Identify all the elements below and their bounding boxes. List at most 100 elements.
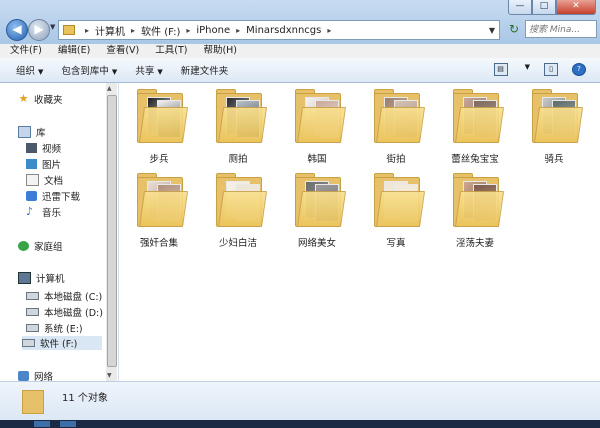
chevron-down-icon: ▼ — [157, 68, 163, 76]
drive-icon — [26, 292, 39, 300]
folder-item[interactable]: 写真 — [360, 169, 432, 255]
menu-edit[interactable]: 编辑(E) — [58, 44, 90, 58]
menu-view[interactable]: 查看(V) — [106, 44, 139, 58]
chevron-down-icon[interactable]: ▼ — [525, 63, 530, 76]
taskbar — [0, 420, 600, 428]
forward-button[interactable]: ▶ — [28, 19, 50, 41]
nav-thunder-downloads[interactable]: 迅雷下载 — [26, 189, 80, 203]
window-controls: — □ ✕ — [508, 0, 596, 15]
nav-documents[interactable]: 文档 — [26, 173, 63, 187]
folder-item[interactable]: 强奸合集 — [123, 169, 195, 255]
maximize-button[interactable]: □ — [532, 0, 556, 15]
nav-scrollbar[interactable]: ▲ ▼ — [106, 83, 117, 381]
scroll-down-icon[interactable]: ▼ — [107, 372, 112, 379]
include-in-library-button[interactable]: 包含到库中 ▼ — [61, 63, 117, 77]
change-view-icon[interactable]: ▤ — [493, 63, 508, 76]
close-button[interactable]: ✕ — [556, 0, 596, 15]
preview-pane-icon[interactable]: ▯ — [544, 63, 558, 76]
folder-name: 厕拍 — [228, 154, 248, 165]
address-bar[interactable]: ▸ 计算机 ▸ 软件 (F:) ▸ iPhone ▸ Minarsdxnncgs… — [58, 20, 500, 40]
folder-front — [218, 107, 268, 143]
nav-drive-f[interactable]: 软件 (F:) — [22, 336, 102, 350]
refresh-button[interactable]: ↻ — [507, 21, 521, 37]
nav-homegroup[interactable]: 家庭组 — [18, 239, 63, 253]
command-bar: 组织 ▼ 包含到库中 ▼ 共享 ▼ 新建文件夹 ▤ ▼ ▯ ? — [0, 58, 600, 83]
taskbar-button[interactable] — [60, 421, 76, 427]
download-icon — [26, 191, 37, 201]
chevron-right-icon[interactable]: ▸ — [186, 26, 190, 35]
folder-name: 韩国 — [307, 154, 327, 165]
nav-videos[interactable]: 视频 — [26, 141, 61, 155]
help-icon[interactable]: ? — [572, 63, 586, 76]
library-icon — [18, 126, 31, 138]
folder-item[interactable]: 厕拍 — [202, 85, 274, 171]
folder-front — [297, 191, 347, 227]
folder-item[interactable]: 骑兵 — [518, 85, 590, 171]
folder-name: 网络美女 — [297, 238, 336, 249]
folder-item[interactable]: 韩国 — [281, 85, 353, 171]
folder-name: 蕾丝兔宝宝 — [451, 154, 499, 165]
folder-item[interactable]: 步兵 — [123, 85, 195, 171]
nav-pictures[interactable]: 图片 — [26, 157, 61, 171]
nav-computer[interactable]: 计算机 — [18, 271, 65, 285]
folder-item[interactable]: 淫荡夫妻 — [439, 169, 511, 255]
new-folder-button[interactable]: 新建文件夹 — [181, 63, 229, 77]
drive-icon — [26, 308, 39, 316]
chevron-right-icon[interactable]: ▸ — [85, 26, 89, 35]
breadcrumb-drive-f[interactable]: 软件 (F:) — [141, 23, 180, 38]
explorer-window: — □ ✕ ◀ ▶ ▼ ▸ 计算机 ▸ 软件 (F:) ▸ iPhone ▸ M… — [0, 0, 600, 428]
breadcrumb-iphone[interactable]: iPhone — [196, 25, 230, 36]
view-controls: ▤ ▼ ▯ ? — [493, 63, 586, 76]
folder-item[interactable]: 蕾丝兔宝宝 — [439, 85, 511, 171]
network-icon — [18, 371, 29, 381]
nav-drive-e[interactable]: 系统 (E:) — [26, 321, 83, 335]
refresh-icon: ↻ — [508, 22, 520, 36]
folder-front — [455, 191, 505, 227]
breadcrumb-current-folder[interactable]: Minarsdxnncgs — [246, 25, 321, 36]
folder-name: 少妇白洁 — [218, 238, 257, 249]
chevron-right-icon[interactable]: ▸ — [131, 26, 135, 35]
organize-button[interactable]: 组织 ▼ — [16, 63, 43, 77]
file-list: 步兵 厕拍 韩国 街拍 蕾丝兔宝宝 骑兵强奸合集 少妇白洁 网络美女 写真 淫荡夫妻 — [119, 83, 600, 381]
folder-front — [534, 107, 584, 143]
scroll-up-icon[interactable]: ▲ — [107, 85, 112, 92]
taskbar-button[interactable] — [34, 421, 50, 427]
computer-icon — [18, 272, 31, 284]
chevron-down-icon[interactable]: ▼ — [489, 26, 495, 35]
nav-drive-d[interactable]: 本地磁盘 (D:) — [26, 305, 103, 319]
nav-favorites[interactable]: ★ 收藏夹 — [18, 92, 63, 106]
folder-icon — [63, 25, 75, 35]
breadcrumb-computer[interactable]: 计算机 — [95, 23, 125, 38]
folder-icon — [22, 390, 44, 414]
title-bar: — □ ✕ ◀ ▶ ▼ ▸ 计算机 ▸ 软件 (F:) ▸ iPhone ▸ M… — [0, 0, 600, 44]
scrollbar-thumb[interactable] — [107, 95, 117, 367]
search-input[interactable]: 搜索 Mina... — [525, 20, 597, 38]
arrow-right-icon: ▶ — [34, 22, 44, 36]
folder-item[interactable]: 街拍 — [360, 85, 432, 171]
nav-libraries[interactable]: 库 — [18, 125, 46, 139]
folder-front — [297, 107, 347, 143]
back-button[interactable]: ◀ — [6, 19, 28, 41]
folder-name: 骑兵 — [544, 154, 564, 165]
menu-tools[interactable]: 工具(T) — [155, 44, 187, 58]
menu-bar: 文件(F) 编辑(E) 查看(V) 工具(T) 帮助(H) — [0, 44, 600, 58]
menu-help[interactable]: 帮助(H) — [203, 44, 237, 58]
folder-name: 写真 — [386, 238, 406, 249]
folder-name: 强奸合集 — [139, 238, 178, 249]
star-icon: ★ — [18, 92, 29, 105]
folder-item[interactable]: 少妇白洁 — [202, 169, 274, 255]
share-button[interactable]: 共享 ▼ — [135, 63, 162, 77]
folder-name: 街拍 — [386, 154, 406, 165]
menu-file[interactable]: 文件(F) — [10, 44, 42, 58]
nav-drive-c[interactable]: 本地磁盘 (C:) — [26, 289, 102, 303]
nav-music[interactable]: ♪ 音乐 — [26, 205, 61, 219]
folder-item[interactable]: 网络美女 — [281, 169, 353, 255]
search-placeholder: 搜索 Mina... — [529, 25, 580, 35]
chevron-right-icon[interactable]: ▸ — [236, 26, 240, 35]
folder-name: 淫荡夫妻 — [455, 238, 494, 249]
chevron-right-icon[interactable]: ▸ — [327, 26, 331, 35]
recent-pages-dropdown[interactable]: ▼ — [50, 23, 55, 31]
minimize-button[interactable]: — — [508, 0, 532, 15]
drive-icon — [22, 339, 35, 347]
folder-front — [376, 191, 426, 227]
